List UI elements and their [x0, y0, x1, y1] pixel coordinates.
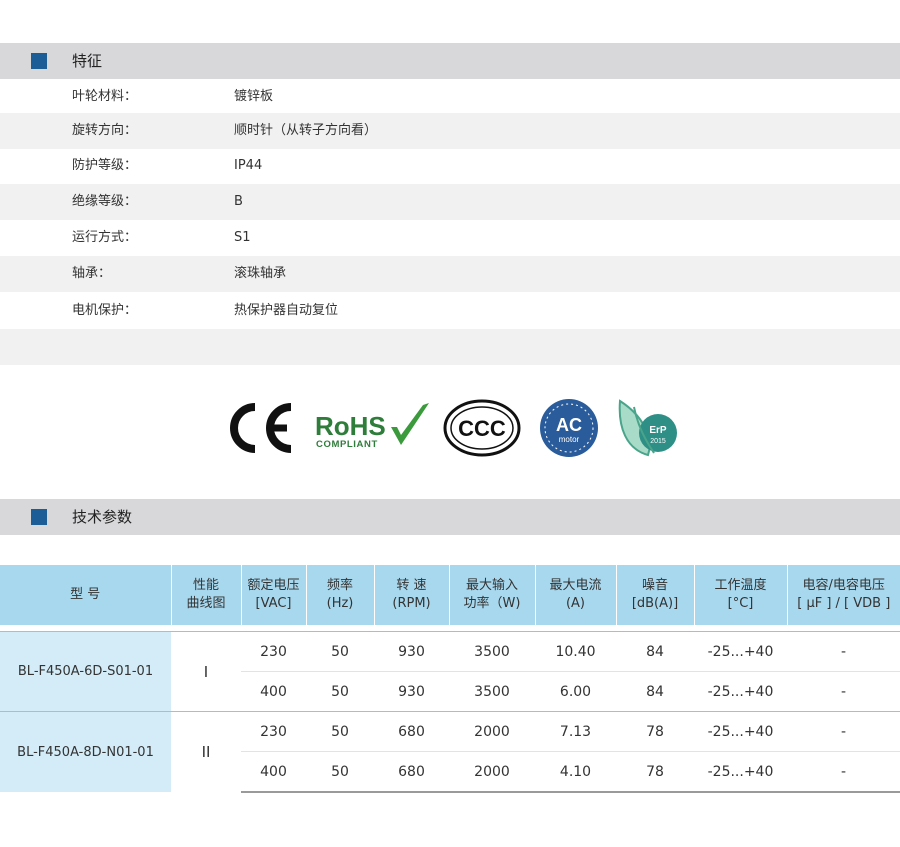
table-row: BL-F450A-8D-N01-01 II 230 50 680 2000 7.…: [0, 711, 900, 792]
rohs-compliant-icon: RoHS COMPLIANT: [315, 403, 429, 450]
capacitor-cell: -: [787, 671, 900, 712]
voltage-cell: 230: [241, 711, 306, 752]
table-row: BL-F450A-6D-S01-01 I 230 50 930 3500 10.…: [0, 631, 900, 712]
noise-cell: 84: [616, 631, 694, 672]
col-header-temperature: 工作温度 [°C]: [694, 565, 788, 625]
current-cell: 6.00: [535, 671, 616, 712]
capacitor-cell: -: [787, 711, 900, 752]
current-cell: 4.10: [535, 751, 616, 793]
rohs-sub-label: COMPLIANT: [316, 439, 378, 450]
noise-cell: 78: [616, 751, 694, 793]
temperature-cell: -25...+40: [694, 631, 787, 672]
feature-row: 叶轮材料： 镀锌板: [0, 79, 900, 115]
feature-value: 滚珠轴承: [234, 266, 287, 281]
feature-value: S1: [234, 230, 251, 245]
model-name: BL-F450A-8D-N01-01: [0, 711, 171, 792]
col-header-voltage: 额定电压 [VAC]: [241, 565, 307, 625]
col-header-noise: 噪音 [dB(A)]: [616, 565, 695, 625]
noise-cell: 84: [616, 671, 694, 712]
erp-year-label: 2015: [650, 438, 666, 445]
temperature-cell: -25...+40: [694, 751, 787, 793]
feature-row: 运行方式： S1: [0, 220, 900, 256]
col-header-speed: 转 速 (RPM): [374, 565, 450, 625]
noise-cell: 78: [616, 711, 694, 752]
curve-id: II: [171, 711, 241, 792]
curve-id: I: [171, 631, 241, 712]
ce-mark-icon: CE: [223, 397, 292, 453]
col-header-capacitor: 电容/电容电压[ μF ] / [ VDB ]: [787, 565, 900, 625]
feature-value: IP44: [234, 158, 263, 173]
feature-row: 绝缘等级： B: [0, 184, 900, 220]
feature-row: 旋转方向： 顺时针（从转子方向看）: [0, 113, 900, 149]
col-header-curve: 性能 曲线图: [171, 565, 242, 625]
feature-row-empty: [0, 329, 900, 365]
feature-label: 轴承：: [72, 266, 112, 281]
ac-motor-icon: AC motor: [540, 399, 598, 457]
capacitor-cell: -: [787, 751, 900, 793]
col-header-current: 最大电流 (A): [535, 565, 617, 625]
feature-value: 顺时针（从转子方向看）: [234, 123, 378, 138]
current-cell: 7.13: [535, 711, 616, 752]
current-cell: 10.40: [535, 631, 616, 672]
power-cell: 2000: [449, 751, 535, 793]
power-cell: 3500: [449, 631, 535, 672]
feature-value: B: [234, 194, 243, 209]
section-marker-icon: [31, 53, 47, 69]
ce-label: CE: [223, 397, 225, 398]
certification-logos: CE RoHS COMPLIANT CCC AC motor ErP 2015: [0, 397, 900, 463]
feature-row: 防护等级： IP44: [0, 148, 900, 184]
ccc-mark-icon: CCC: [443, 399, 521, 457]
feature-label: 运行方式：: [72, 230, 138, 245]
power-cell: 3500: [449, 671, 535, 712]
feature-row: 轴承： 滚珠轴承: [0, 256, 900, 292]
features-title: 特征: [72, 52, 103, 70]
motor-label: motor: [559, 435, 580, 444]
frequency-cell: 50: [306, 751, 374, 793]
ac-label: AC: [556, 415, 582, 435]
spec-table: 型 号 性能 曲线图 额定电压 [VAC] 频率 (Hz) 转 速 (RPM) 最大输入…: [0, 565, 900, 793]
feature-label: 旋转方向：: [72, 123, 138, 138]
ccc-label: CCC: [458, 416, 506, 441]
model-name: BL-F450A-6D-S01-01: [0, 631, 171, 712]
feature-value: 镀锌板: [234, 89, 274, 104]
feature-row: 电机保护： 热保护器自动复位: [0, 293, 900, 329]
feature-label: 防护等级：: [72, 158, 138, 173]
col-header-frequency: 频率 (Hz): [306, 565, 375, 625]
specs-header: 技术参数: [0, 499, 900, 535]
erp-2015-icon: ErP 2015: [618, 399, 677, 457]
feature-value: 热保护器自动复位: [234, 303, 339, 318]
rohs-label: RoHS: [315, 411, 386, 441]
frequency-cell: 50: [306, 671, 374, 712]
feature-label: 电机保护：: [72, 303, 138, 318]
feature-label: 叶轮材料：: [72, 89, 138, 104]
frequency-cell: 50: [306, 711, 374, 752]
frequency-cell: 50: [306, 631, 374, 672]
features-header: 特征: [0, 43, 900, 79]
speed-cell: 930: [374, 631, 449, 672]
voltage-cell: 400: [241, 751, 306, 793]
col-header-power: 最大输入 功率（W): [449, 565, 536, 625]
feature-label: 绝缘等级：: [72, 194, 138, 209]
specs-title: 技术参数: [72, 508, 133, 526]
speed-cell: 930: [374, 671, 449, 712]
voltage-cell: 230: [241, 631, 306, 672]
speed-cell: 680: [374, 711, 449, 752]
section-marker-icon: [31, 509, 47, 525]
temperature-cell: -25...+40: [694, 711, 787, 752]
temperature-cell: -25...+40: [694, 671, 787, 712]
erp-label: ErP: [649, 425, 667, 436]
voltage-cell: 400: [241, 671, 306, 712]
col-header-model: 型 号: [0, 565, 172, 625]
speed-cell: 680: [374, 751, 449, 793]
spec-header-row: 型 号 性能 曲线图 额定电压 [VAC] 频率 (Hz) 转 速 (RPM) 最大输入…: [0, 565, 900, 625]
power-cell: 2000: [449, 711, 535, 752]
capacitor-cell: -: [787, 631, 900, 672]
